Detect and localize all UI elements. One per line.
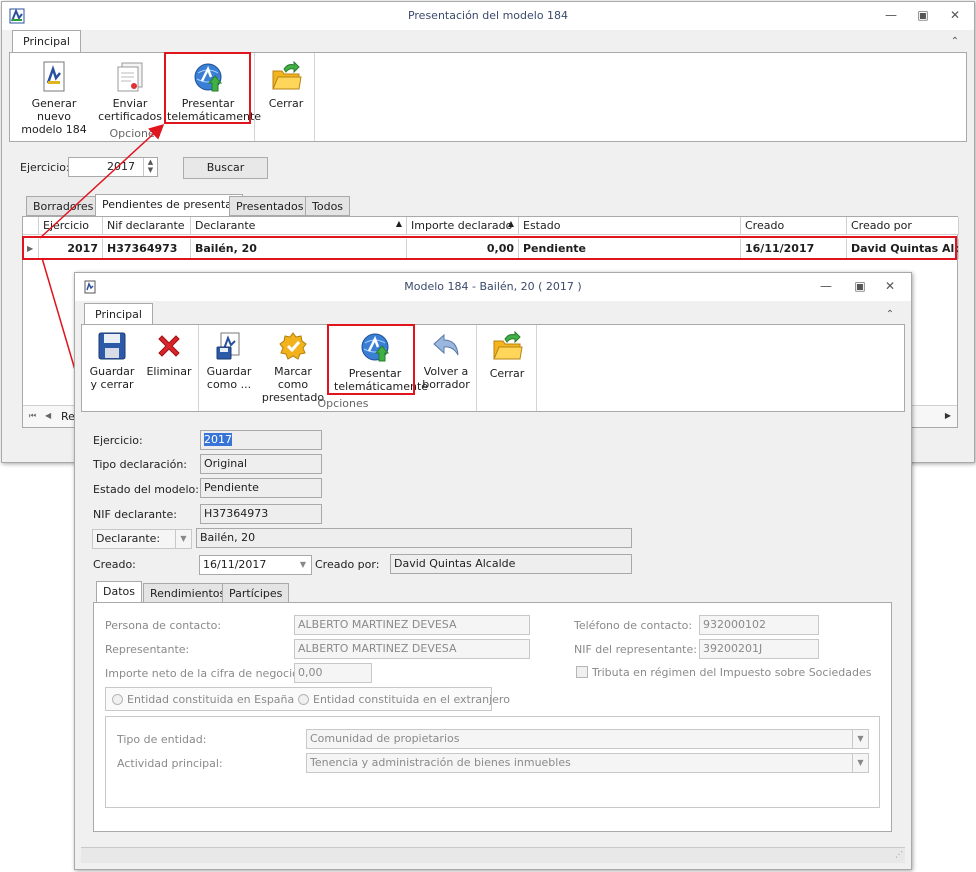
tipo-entidad-value: Comunidad de propietarios bbox=[310, 732, 460, 745]
radio-extranjero[interactable]: Entidad constituida en el extranjero bbox=[298, 693, 510, 706]
ribbon-separator bbox=[536, 325, 537, 411]
tab-principal[interactable]: Principal bbox=[84, 303, 153, 325]
delete-icon bbox=[158, 335, 180, 357]
chevron-down-icon[interactable]: ▼ bbox=[852, 754, 868, 772]
importe-neto-label: Importe neto de la cifra de negocios: bbox=[105, 667, 309, 680]
cerrar-label: Cerrar bbox=[489, 367, 525, 380]
chevron-down-icon[interactable]: ▼ bbox=[852, 730, 868, 748]
declarante-field[interactable]: Bailén, 20 bbox=[196, 528, 632, 548]
guardar-como-label: Guardar como ... bbox=[206, 365, 252, 391]
guardar-cerrar-button[interactable]: Guardar y cerrar bbox=[88, 331, 136, 391]
estado-modelo-field[interactable]: Pendiente bbox=[200, 478, 322, 498]
actividad-value: Tenencia y administración de bienes inmu… bbox=[310, 756, 571, 769]
badge-check-icon bbox=[279, 332, 307, 360]
ejercicio-value: 2017 bbox=[204, 433, 232, 446]
creado-por-label: Creado por: bbox=[315, 558, 380, 571]
cerrar-button[interactable]: Cerrar bbox=[482, 331, 532, 380]
guardar-como-button[interactable]: Guardar como ... bbox=[204, 331, 254, 391]
minimize-icon[interactable]: — bbox=[817, 278, 835, 294]
creado-por-field[interactable]: David Quintas Alcalde bbox=[390, 554, 632, 574]
ribbon-separator bbox=[476, 325, 477, 411]
declarante-select-label: Declarante: bbox=[96, 532, 161, 545]
tipo-entidad-label: Tipo de entidad: bbox=[117, 733, 207, 746]
radio-extranjero-label: Entidad constituida en el extranjero bbox=[313, 693, 510, 706]
ribbon-separator bbox=[198, 325, 199, 411]
declarante-type-select[interactable]: Declarante: ▼ bbox=[92, 529, 192, 549]
save-as-icon bbox=[216, 332, 240, 360]
chevron-down-icon[interactable]: ▼ bbox=[295, 556, 311, 574]
close-icon[interactable]: ✕ bbox=[881, 278, 899, 294]
actividad-select[interactable]: Tenencia y administración de bienes inmu… bbox=[306, 753, 869, 773]
entidad-groupbox: Tipo de entidad: Comunidad de propietari… bbox=[105, 716, 880, 808]
radio-icon[interactable] bbox=[298, 694, 309, 705]
status-bar: ⋰ bbox=[81, 847, 905, 863]
chevron-down-icon[interactable]: ▼ bbox=[175, 530, 191, 548]
tab-datos[interactable]: Datos bbox=[96, 581, 142, 603]
modal-window-title: Modelo 184 - Bailén, 20 ( 2017 ) bbox=[404, 280, 582, 293]
datos-panel: Persona de contacto: ALBERTO MARTINEZ DE… bbox=[93, 602, 892, 832]
importe-neto-field[interactable]: 0,00 bbox=[294, 663, 372, 683]
creado-value: 16/11/2017 bbox=[203, 558, 267, 571]
representante-label: Representante: bbox=[105, 643, 190, 656]
telefono-label: Teléfono de contacto: bbox=[574, 619, 693, 632]
radio-espana[interactable]: Entidad constituida en España bbox=[112, 693, 294, 706]
entidad-radio-group: Entidad constituida en España Entidad co… bbox=[105, 687, 510, 711]
modal-window: Modelo 184 - Bailén, 20 ( 2017 ) — ▣ ✕ P… bbox=[74, 272, 912, 870]
persona-contacto-label: Persona de contacto: bbox=[105, 619, 222, 632]
tributa-label: Tributa en régimen del Impuesto sobre So… bbox=[592, 666, 872, 679]
nif-representante-field[interactable]: 39200201J bbox=[699, 639, 819, 659]
tipo-declaracion-label: Tipo declaración: bbox=[93, 458, 188, 471]
nif-representante-label: NIF del representante: bbox=[574, 643, 697, 656]
telefono-field[interactable]: 932000102 bbox=[699, 615, 819, 635]
undo-arrow-icon bbox=[433, 333, 459, 356]
collapse-ribbon-icon[interactable]: ⌃ bbox=[881, 307, 899, 323]
radio-icon[interactable] bbox=[112, 694, 123, 705]
creado-date-field[interactable]: 16/11/2017 ▼ bbox=[199, 555, 312, 575]
volver-label: Volver a borrador bbox=[422, 365, 470, 391]
resize-grip-icon[interactable]: ⋰ bbox=[895, 850, 903, 859]
volver-borrador-button[interactable]: Volver a borrador bbox=[420, 331, 472, 391]
ribbon-group-label: Opciones bbox=[317, 397, 369, 410]
highlight-modal-presentar bbox=[327, 324, 415, 395]
nif-declarante-field[interactable]: H37364973 bbox=[200, 504, 322, 524]
tipo-declaracion-field[interactable]: Original bbox=[200, 454, 322, 474]
tributa-checkbox[interactable]: Tributa en régimen del Impuesto sobre So… bbox=[576, 666, 872, 679]
guardar-cerrar-label: Guardar y cerrar bbox=[89, 365, 135, 391]
ejercicio-field[interactable]: 2017 bbox=[200, 430, 322, 450]
modal-ribbon: Guardar y cerrar Eliminar Guardar como .… bbox=[81, 324, 905, 412]
tab-participes[interactable]: Partícipes bbox=[222, 583, 290, 603]
eliminar-label: Eliminar bbox=[146, 365, 192, 378]
eliminar-button[interactable]: Eliminar bbox=[144, 331, 194, 378]
modal-titlebar: Modelo 184 - Bailén, 20 ( 2017 ) — ▣ ✕ bbox=[75, 273, 911, 301]
tab-rendimientos[interactable]: Rendimientos bbox=[143, 583, 233, 603]
radio-espana-label: Entidad constituida en España bbox=[127, 693, 295, 706]
save-icon bbox=[98, 332, 126, 360]
marcar-presentado-button[interactable]: Marcar como presentado bbox=[258, 331, 328, 404]
persona-contacto-field[interactable]: ALBERTO MARTINEZ DEVESA bbox=[294, 615, 530, 635]
nif-declarante-label: NIF declarante: bbox=[93, 508, 177, 521]
representante-field[interactable]: ALBERTO MARTINEZ DEVESA bbox=[294, 639, 530, 659]
creado-label: Creado: bbox=[93, 558, 136, 571]
tipo-entidad-select[interactable]: Comunidad de propietarios ▼ bbox=[306, 729, 869, 749]
estado-modelo-label: Estado del modelo: bbox=[93, 483, 199, 496]
folder-exit-icon bbox=[493, 331, 523, 360]
ejercicio-label: Ejercicio: bbox=[93, 434, 143, 447]
actividad-label: Actividad principal: bbox=[117, 757, 223, 770]
maximize-icon[interactable]: ▣ bbox=[851, 278, 869, 294]
checkbox-icon[interactable] bbox=[576, 666, 588, 678]
